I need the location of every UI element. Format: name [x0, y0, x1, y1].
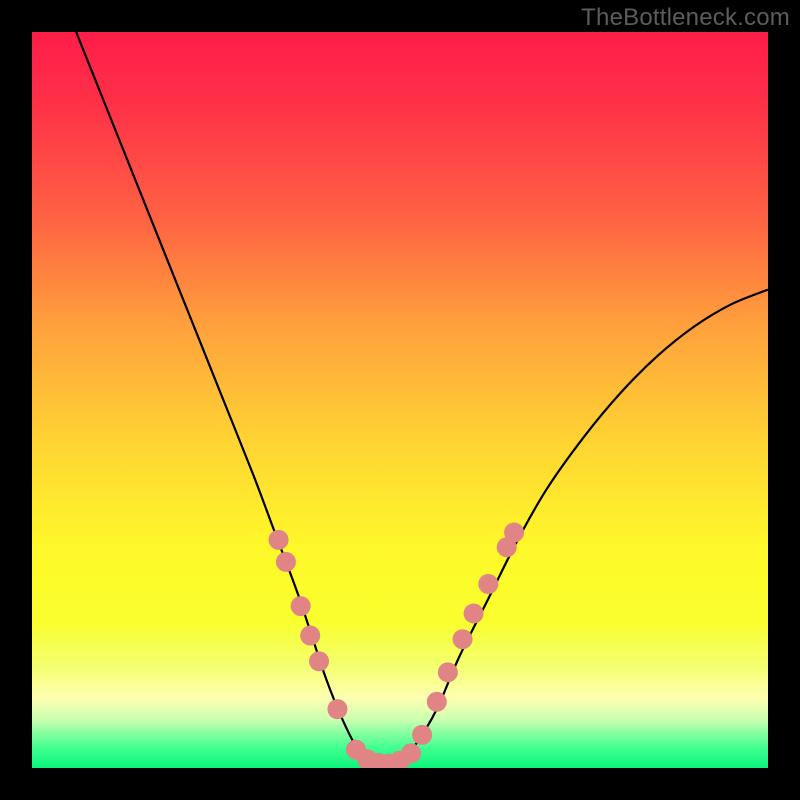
data-marker — [464, 603, 484, 623]
outer-frame: TheBottleneck.com — [0, 0, 800, 800]
data-marker — [309, 651, 329, 671]
plot-area — [32, 32, 768, 768]
data-marker — [453, 629, 473, 649]
data-marker — [269, 530, 289, 550]
bottleneck-curve — [76, 32, 768, 764]
data-marker — [401, 743, 421, 763]
data-marker — [427, 692, 447, 712]
data-marker — [504, 522, 524, 542]
data-marker — [438, 662, 458, 682]
data-markers — [269, 522, 525, 768]
data-marker — [478, 574, 498, 594]
data-marker — [327, 699, 347, 719]
data-marker — [412, 725, 432, 745]
data-marker — [300, 626, 320, 646]
data-marker — [276, 552, 296, 572]
data-marker — [291, 596, 311, 616]
watermark-text: TheBottleneck.com — [581, 4, 790, 32]
chart-svg — [32, 32, 768, 768]
